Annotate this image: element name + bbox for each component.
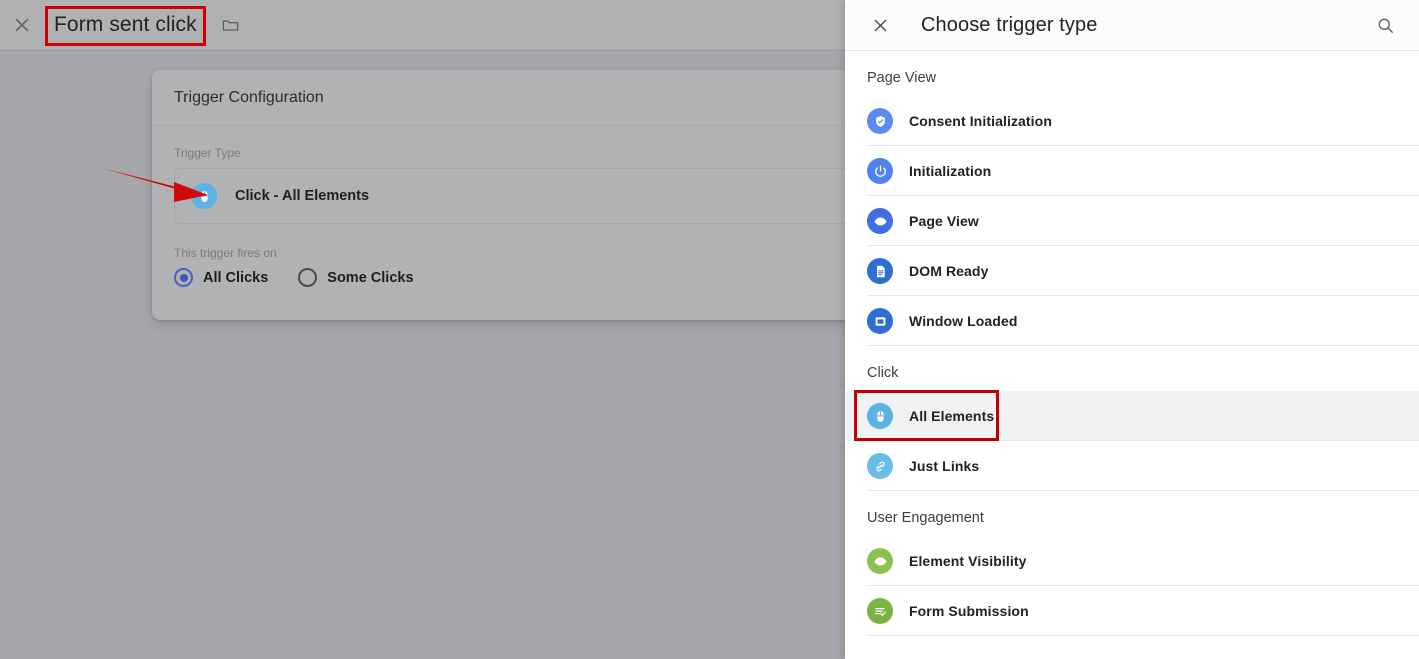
fires-on-label: This trigger fires on <box>174 246 277 260</box>
eye-icon <box>867 208 893 234</box>
window-icon <box>867 308 893 334</box>
folder-icon <box>222 19 239 31</box>
trigger-type-option[interactable]: All Elements <box>845 391 1419 441</box>
trigger-type-option-label: Form Submission <box>909 603 1029 619</box>
power-icon-glyph <box>874 164 886 177</box>
form-check-icon-glyph <box>874 607 886 616</box>
radio-some-clicks-indicator <box>298 268 318 287</box>
trigger-name-field-wrapper[interactable]: Form sent click <box>45 5 206 46</box>
shield-check-icon-glyph <box>875 115 885 127</box>
radio-some-clicks[interactable]: Some Clicks <box>298 268 414 287</box>
trigger-configuration-body: Trigger Type Click - All Elements This t… <box>152 126 912 287</box>
eye-icon-glyph <box>873 557 887 565</box>
choose-trigger-type-panel: Choose trigger type Page View Consent Ini… <box>845 0 1419 659</box>
trigger-type-option-label: Page View <box>909 213 979 229</box>
trigger-type-option[interactable]: Form Submission <box>845 586 1419 636</box>
radio-all-clicks-label: All Clicks <box>203 269 269 286</box>
trigger-type-option[interactable]: Window Loaded <box>845 296 1419 346</box>
trigger-type-option-label: DOM Ready <box>909 263 989 279</box>
form-check-icon <box>867 598 893 624</box>
trigger-group-header: Page View <box>867 70 937 86</box>
trigger-group-header: User Engagement <box>867 510 984 526</box>
trigger-configuration-header: Trigger Configuration <box>152 70 912 126</box>
panel-header: Choose trigger type <box>845 0 1419 51</box>
close-icon <box>873 18 887 32</box>
move-to-folder-button[interactable] <box>216 10 246 40</box>
document-icon-glyph <box>876 265 885 277</box>
radio-some-clicks-label: Some Clicks <box>327 269 414 286</box>
trigger-type-option-label: Window Loaded <box>909 313 1018 329</box>
trigger-type-option[interactable]: Element Visibility <box>845 536 1419 586</box>
row-divider <box>867 345 1419 346</box>
mouse-click-icon-glyph <box>876 410 884 422</box>
fires-on-radio-group: All Clicks Some Clicks <box>174 268 890 287</box>
close-panel-button[interactable] <box>859 4 901 46</box>
trigger-type-list[interactable]: Page View Consent Initialization Initializ… <box>845 51 1419 659</box>
page-title: Trigger Configuration <box>174 88 324 106</box>
fires-on-block: This trigger fires on All Clicks Some Cl… <box>174 246 890 287</box>
link-icon <box>867 453 893 479</box>
annotation-arrow <box>102 168 208 202</box>
radio-all-clicks[interactable]: All Clicks <box>174 268 268 287</box>
row-divider <box>867 490 1419 491</box>
search-button[interactable] <box>1366 6 1404 44</box>
power-icon <box>867 158 893 184</box>
trigger-editor-top-bar: Form sent click <box>0 0 845 51</box>
close-trigger-editor-button[interactable] <box>2 5 42 45</box>
trigger-type-selector[interactable]: Click - All Elements <box>174 168 890 224</box>
eye-icon-glyph <box>873 217 887 225</box>
trigger-name-input[interactable]: Form sent click <box>48 10 203 41</box>
trigger-type-option-label: Just Links <box>909 458 980 474</box>
shield-check-icon <box>867 108 893 134</box>
search-icon <box>1378 18 1393 33</box>
panel-title: Choose trigger type <box>921 13 1098 36</box>
trigger-type-option[interactable]: Just Links <box>845 441 1419 491</box>
document-icon <box>867 258 893 284</box>
trigger-type-option-label: Consent Initialization <box>909 113 1052 129</box>
eye-icon <box>867 548 893 574</box>
trigger-type-option[interactable]: Initialization <box>845 146 1419 196</box>
trigger-type-option[interactable]: Page View <box>845 196 1419 246</box>
trigger-type-label: Trigger Type <box>174 146 241 160</box>
mouse-click-icon <box>867 403 893 429</box>
trigger-type-option[interactable]: DOM Ready <box>845 246 1419 296</box>
window-icon-glyph <box>875 316 885 326</box>
row-divider <box>867 635 1419 636</box>
trigger-type-option[interactable]: Consent Initialization <box>845 96 1419 146</box>
trigger-type-value: Click - All Elements <box>235 188 370 204</box>
close-icon <box>15 18 29 32</box>
trigger-type-option-label: Element Visibility <box>909 553 1027 569</box>
trigger-type-option-label: Initialization <box>909 163 992 179</box>
link-icon-glyph <box>875 461 885 471</box>
trigger-group-header: Click <box>867 365 899 381</box>
trigger-type-option-label: All Elements <box>909 408 995 424</box>
radio-all-clicks-indicator <box>174 268 193 287</box>
trigger-configuration-card: Trigger Configuration Trigger Type Click… <box>152 70 912 320</box>
